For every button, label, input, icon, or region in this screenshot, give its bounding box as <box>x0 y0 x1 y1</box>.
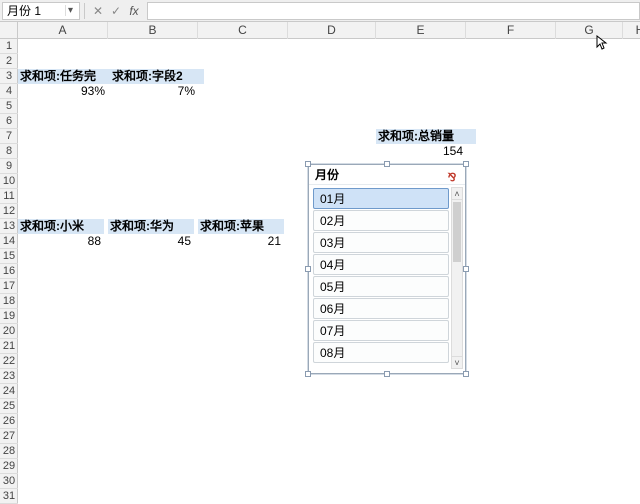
pivot-value: 88 <box>18 234 104 249</box>
slicer-item[interactable]: 08月 <box>313 342 449 363</box>
scroll-thumb[interactable] <box>453 202 461 262</box>
column-header[interactable]: D <box>288 22 376 39</box>
slicer-scrollbar[interactable]: ˄ ˅ <box>451 187 463 369</box>
pivot-value: 21 <box>198 234 284 249</box>
slicer-item[interactable]: 05月 <box>313 276 449 297</box>
pivot-header: 求和项:字段2 <box>110 69 204 84</box>
column-header[interactable]: G <box>556 22 623 39</box>
row-header[interactable]: 21 <box>0 339 18 354</box>
row-header[interactable]: 10 <box>0 174 18 189</box>
select-all-corner[interactable] <box>0 22 18 39</box>
column-header[interactable]: F <box>466 22 556 39</box>
row-header[interactable]: 9 <box>0 159 18 174</box>
row-header[interactable]: 31 <box>0 489 18 504</box>
row-header[interactable]: 6 <box>0 114 18 129</box>
row-header[interactable]: 5 <box>0 99 18 114</box>
row-header[interactable]: 11 <box>0 189 18 204</box>
pivot-value: 45 <box>108 234 194 249</box>
pivot-header: 求和项:任务完 <box>18 69 110 84</box>
pivot-header: 求和项:苹果 <box>198 219 284 234</box>
slicer-item[interactable]: 04月 <box>313 254 449 275</box>
row-header[interactable]: 1 <box>0 39 18 54</box>
row-header[interactable]: 28 <box>0 444 18 459</box>
row-header[interactable]: 12 <box>0 204 18 219</box>
scroll-up-icon[interactable]: ˄ <box>452 188 462 200</box>
pivot-header: 求和项:华为 <box>108 219 194 234</box>
clear-filter-icon[interactable]: ⅋ <box>445 168 459 182</box>
pivot-value: 7% <box>108 84 198 99</box>
slicer-item[interactable]: 01月 <box>313 188 449 209</box>
row-header[interactable]: 3 <box>0 69 18 84</box>
cells-area[interactable]: 求和项:任务完 求和项:字段2 93% 7% 求和项:总销量 154 求和项:小… <box>18 39 640 504</box>
pivot-value: 93% <box>18 84 108 99</box>
row-header[interactable]: 16 <box>0 264 18 279</box>
spreadsheet-grid: ABCDEFGH 1234567891011121314151617181920… <box>0 22 640 504</box>
column-header[interactable]: H <box>623 22 640 39</box>
column-header[interactable]: C <box>198 22 288 39</box>
confirm-button[interactable]: ✓ <box>107 3 125 19</box>
cancel-button[interactable]: ✕ <box>89 3 107 19</box>
row-header[interactable]: 2 <box>0 54 18 69</box>
slicer-title: 月份 <box>315 165 339 185</box>
row-header[interactable]: 4 <box>0 84 18 99</box>
scroll-down-icon[interactable]: ˅ <box>452 356 462 368</box>
row-header[interactable]: 19 <box>0 309 18 324</box>
row-header[interactable]: 24 <box>0 384 18 399</box>
row-header[interactable]: 23 <box>0 369 18 384</box>
row-header[interactable]: 27 <box>0 429 18 444</box>
slicer-item[interactable]: 06月 <box>313 298 449 319</box>
row-header[interactable]: 29 <box>0 459 18 474</box>
formula-bar: 月份 1 ▾ ✕ ✓ fx <box>0 0 640 22</box>
slicer-item[interactable]: 03月 <box>313 232 449 253</box>
column-header[interactable]: E <box>376 22 466 39</box>
row-header[interactable]: 26 <box>0 414 18 429</box>
pivot-value: 154 <box>376 144 466 159</box>
fx-button[interactable]: fx <box>125 3 143 19</box>
row-header[interactable]: 22 <box>0 354 18 369</box>
row-header[interactable]: 25 <box>0 399 18 414</box>
formula-input[interactable] <box>147 2 640 20</box>
slicer-title-bar[interactable]: 月份 ⅋ <box>309 165 465 185</box>
row-header[interactable]: 13 <box>0 219 18 234</box>
row-header[interactable]: 14 <box>0 234 18 249</box>
row-header[interactable]: 20 <box>0 324 18 339</box>
row-header[interactable]: 15 <box>0 249 18 264</box>
name-box[interactable]: 月份 1 ▾ <box>2 2 80 20</box>
name-box-dropdown-icon[interactable]: ▾ <box>65 5 75 16</box>
pivot-header: 求和项:小米 <box>18 219 104 234</box>
row-header[interactable]: 17 <box>0 279 18 294</box>
row-header[interactable]: 18 <box>0 294 18 309</box>
row-headers: 1234567891011121314151617181920212223242… <box>0 39 18 504</box>
pivot-header: 求和项:总销量 <box>376 129 476 144</box>
slicer-item[interactable]: 02月 <box>313 210 449 231</box>
slicer-body: 01月02月03月04月05月06月07月08月 <box>313 187 449 369</box>
row-header[interactable]: 7 <box>0 129 18 144</box>
row-header[interactable]: 30 <box>0 474 18 489</box>
name-box-value: 月份 1 <box>7 2 41 19</box>
slicer[interactable]: 月份 ⅋ 01月02月03月04月05月06月07月08月 ˄ ˅ <box>308 164 466 374</box>
column-header[interactable]: B <box>108 22 198 39</box>
row-header[interactable]: 8 <box>0 144 18 159</box>
column-headers: ABCDEFGH <box>18 22 640 39</box>
slicer-item[interactable]: 07月 <box>313 320 449 341</box>
column-header[interactable]: A <box>18 22 108 39</box>
separator <box>84 3 85 19</box>
